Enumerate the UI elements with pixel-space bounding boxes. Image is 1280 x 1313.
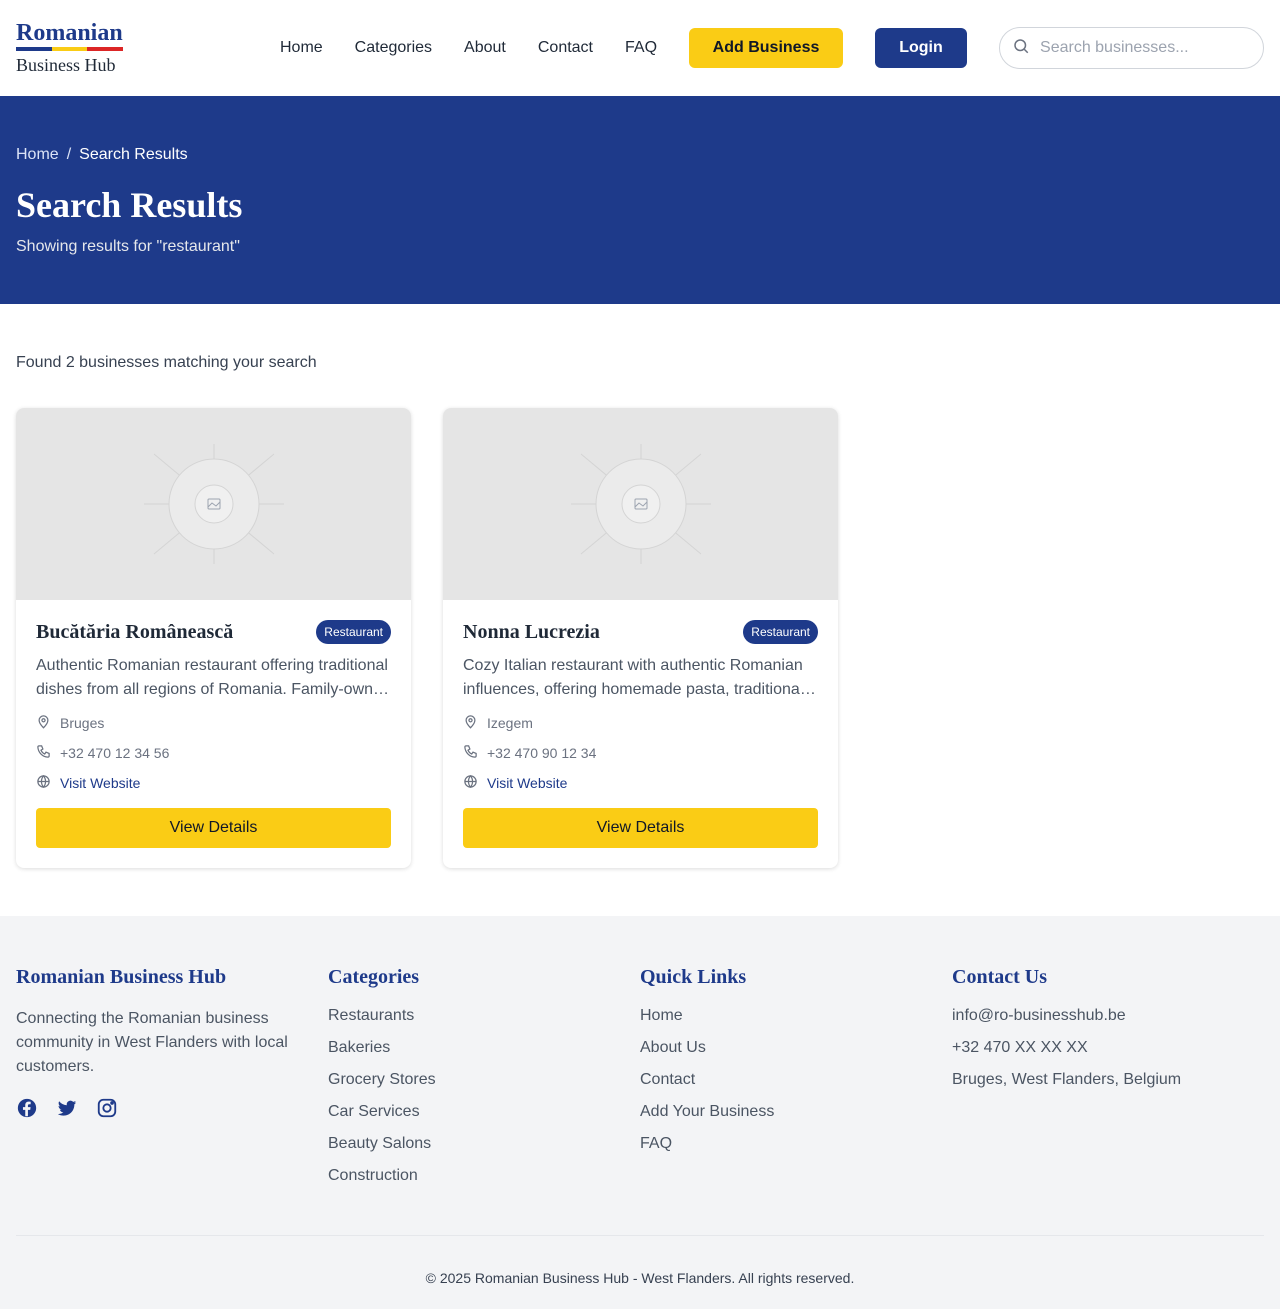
- site-header: Romanian Business Hub Home Categories Ab…: [0, 0, 1280, 96]
- business-name[interactable]: Nonna Lucrezia: [463, 621, 600, 644]
- view-details-button[interactable]: View Details: [36, 808, 391, 848]
- footer-quick-links: Quick Links Home About Us Contact Add Yo…: [640, 966, 952, 1199]
- flag-stripe: [16, 47, 124, 51]
- page-subtitle: Showing results for "restaurant": [16, 238, 240, 255]
- add-business-button[interactable]: Add Business: [689, 28, 844, 68]
- breadcrumb-current: Search Results: [79, 146, 188, 163]
- search-input[interactable]: [1040, 39, 1241, 57]
- twitter-icon[interactable]: [56, 1097, 78, 1124]
- footer-contact-title: Contact Us: [952, 966, 1047, 988]
- business-name[interactable]: Bucătăria Românească: [36, 621, 233, 644]
- breadcrumb-separator: /: [66, 146, 72, 163]
- footer-category-link[interactable]: Car Services: [328, 1103, 640, 1135]
- business-phone-number: +32 470 90 12 34: [487, 745, 597, 761]
- business-location: Izegem: [463, 714, 818, 732]
- business-card: Nonna Lucrezia Restaurant Cozy Italian r…: [443, 408, 838, 868]
- nav-faq[interactable]: FAQ: [625, 39, 657, 57]
- image-placeholder-icon: [16, 408, 411, 600]
- category-badge: Restaurant: [316, 620, 391, 644]
- instagram-icon[interactable]: [96, 1097, 118, 1124]
- globe-icon: [463, 774, 478, 792]
- login-button[interactable]: Login: [875, 28, 968, 68]
- nav-home[interactable]: Home: [280, 39, 323, 57]
- phone-icon: [36, 744, 51, 762]
- footer-quick-link[interactable]: FAQ: [640, 1135, 952, 1167]
- globe-icon: [36, 774, 51, 792]
- contact-email[interactable]: info@ro-businesshub.be: [952, 1007, 1264, 1039]
- footer-about-text: Connecting the Romanian business communi…: [16, 1010, 288, 1075]
- results-grid: Bucătăria Românească Restaurant Authenti…: [16, 408, 1264, 868]
- business-card: Bucătăria Românească Restaurant Authenti…: [16, 408, 411, 868]
- business-description: Cozy Italian restaurant with authentic R…: [463, 657, 804, 698]
- search-icon: [1012, 37, 1030, 60]
- phone-icon: [463, 744, 478, 762]
- business-city: Bruges: [60, 715, 105, 731]
- search-box[interactable]: [999, 27, 1264, 69]
- visit-website-link[interactable]: Visit Website: [60, 775, 140, 791]
- business-city: Izegem: [487, 715, 533, 731]
- contact-address: Bruges, West Flanders, Belgium: [952, 1071, 1182, 1088]
- footer-categories-title: Categories: [328, 966, 420, 988]
- page-title: Search Results: [16, 185, 243, 225]
- map-pin-icon: [463, 714, 478, 732]
- site-logo[interactable]: Romanian Business Hub: [16, 20, 256, 76]
- logo-subtitle: Business Hub: [16, 55, 116, 75]
- footer-about: Romanian Business Hub Connecting the Rom…: [16, 966, 328, 1199]
- business-website: Visit Website: [463, 774, 818, 792]
- business-website: Visit Website: [36, 774, 391, 792]
- footer-about-title: Romanian Business Hub: [16, 966, 227, 988]
- footer-quick-link[interactable]: Home: [640, 1007, 952, 1039]
- nav-categories[interactable]: Categories: [355, 39, 432, 57]
- business-description: Authentic Romanian restaurant offering t…: [36, 657, 391, 698]
- contact-phone: +32 470 XX XX XX: [952, 1039, 1088, 1056]
- footer-contact: Contact Us info@ro-businesshub.be +32 47…: [952, 966, 1264, 1199]
- page-hero: Home / Search Results Search Results Sho…: [0, 96, 1280, 304]
- footer-category-link[interactable]: Beauty Salons: [328, 1135, 640, 1167]
- footer-quick-links-title: Quick Links: [640, 966, 747, 988]
- footer-category-link[interactable]: Construction: [328, 1167, 640, 1199]
- results-section: Found 2 businesses matching your search …: [0, 304, 1280, 916]
- footer-category-link[interactable]: Restaurants: [328, 1007, 640, 1039]
- breadcrumb: Home / Search Results: [16, 146, 1264, 164]
- business-phone: +32 470 12 34 56: [36, 744, 391, 762]
- footer-divider: [16, 1235, 1264, 1236]
- results-summary: Found 2 businesses matching your search: [16, 354, 317, 371]
- main-nav: Home Categories About Contact FAQ: [280, 39, 689, 57]
- social-links: [16, 1097, 328, 1124]
- business-phone-number: +32 470 12 34 56: [60, 745, 170, 761]
- breadcrumb-home[interactable]: Home: [16, 146, 59, 164]
- footer-quick-link[interactable]: Contact: [640, 1071, 952, 1103]
- site-footer: Romanian Business Hub Connecting the Rom…: [0, 916, 1280, 1309]
- business-phone: +32 470 90 12 34: [463, 744, 818, 762]
- logo-title: Romanian: [16, 20, 123, 46]
- business-location: Bruges: [36, 714, 391, 732]
- footer-category-link[interactable]: Grocery Stores: [328, 1071, 640, 1103]
- copyright-text: © 2025 Romanian Business Hub - West Flan…: [425, 1270, 855, 1286]
- map-pin-icon: [36, 714, 51, 732]
- footer-category-link[interactable]: Bakeries: [328, 1039, 640, 1071]
- facebook-icon[interactable]: [16, 1097, 38, 1124]
- category-badge: Restaurant: [743, 620, 818, 644]
- view-details-button[interactable]: View Details: [463, 808, 818, 848]
- footer-categories: Categories Restaurants Bakeries Grocery …: [328, 966, 640, 1199]
- nav-about[interactable]: About: [464, 39, 506, 57]
- footer-quick-link[interactable]: Add Your Business: [640, 1103, 952, 1135]
- nav-contact[interactable]: Contact: [538, 39, 593, 57]
- footer-quick-link[interactable]: About Us: [640, 1039, 952, 1071]
- image-placeholder-icon: [443, 408, 838, 600]
- visit-website-link[interactable]: Visit Website: [487, 775, 567, 791]
